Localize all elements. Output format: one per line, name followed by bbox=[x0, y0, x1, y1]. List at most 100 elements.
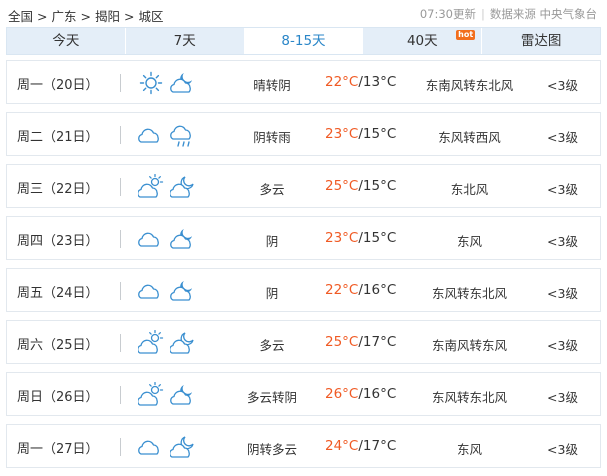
forecast-row: 周五（24日） 阴 22°C/16°C 东风转东北风 <3级 bbox=[6, 268, 601, 312]
update-separator: | bbox=[480, 7, 485, 21]
low-temp: 16°C bbox=[362, 282, 397, 298]
cloudy-night-moon-icon bbox=[170, 226, 196, 252]
tab-label: 7天 bbox=[173, 33, 196, 49]
divider bbox=[120, 230, 121, 248]
forecast-row: 周日（26日） 多云转阴 26°C/16°C 东风转东北风 <3级 bbox=[6, 372, 601, 416]
high-temp: 23°C bbox=[325, 126, 359, 142]
high-temp: 24°C bbox=[325, 438, 359, 454]
wind-level: <3级 bbox=[547, 338, 578, 353]
tab-label: 40天 bbox=[406, 33, 438, 49]
low-temp: 17°C bbox=[362, 334, 397, 350]
divider bbox=[120, 334, 121, 352]
low-temp: 15°C bbox=[362, 178, 397, 194]
day-label: 周五（24日） bbox=[17, 286, 99, 301]
breadcrumb-city[interactable]: 揭阳 bbox=[95, 9, 120, 24]
hot-badge: hot bbox=[456, 30, 476, 40]
partly-cloudy-day-icon bbox=[138, 174, 164, 200]
forecast-row: 周二（21日） 阴转雨 23°C/15°C 东风转西风 <3级 bbox=[6, 112, 601, 156]
tab-8-15-days[interactable]: 8-15天 bbox=[244, 28, 364, 54]
wind-level: <3级 bbox=[547, 442, 578, 457]
tab-today[interactable]: 今天 bbox=[7, 28, 126, 54]
weather-desc: 晴转阴 bbox=[253, 78, 291, 93]
temperature: 25°C/17°C bbox=[325, 334, 397, 350]
breadcrumb-separator: > bbox=[124, 9, 135, 24]
forecast-tabs: 今天 7天 8-15天 40天 hot 雷达图 bbox=[6, 27, 601, 55]
partly-cloudy-night-icon bbox=[170, 174, 196, 200]
breadcrumb-country[interactable]: 全国 bbox=[8, 9, 33, 24]
low-temp: 15°C bbox=[362, 230, 397, 246]
wind-direction: 东南风转东风 bbox=[431, 338, 507, 353]
high-temp: 26°C bbox=[325, 386, 359, 402]
update-info: 07:30更新 | 数据来源 中央气象台 bbox=[420, 6, 597, 22]
high-temp: 25°C bbox=[325, 334, 359, 350]
high-temp: 22°C bbox=[325, 74, 359, 90]
wind-direction: 东风 bbox=[456, 442, 482, 457]
weather-desc: 多云转阴 bbox=[246, 390, 297, 405]
overcast-cloud-icon bbox=[138, 278, 164, 304]
weather-desc: 阴转多云 bbox=[246, 442, 297, 457]
wind-direction: 东风转东北风 bbox=[431, 286, 507, 301]
overcast-cloud-icon bbox=[138, 434, 164, 460]
wind-level: <3级 bbox=[547, 286, 578, 301]
tab-label: 8-15天 bbox=[281, 33, 326, 49]
day-label: 周四（23日） bbox=[17, 234, 99, 249]
weather-desc: 阴 bbox=[265, 286, 279, 301]
forecast-row: 周六（25日） 多云 25°C/17°C 东南风转东风 <3级 bbox=[6, 320, 601, 364]
forecast-row: 周三（22日） 多云 25°C/15°C 东北风 <3级 bbox=[6, 164, 601, 208]
overcast-cloud-icon bbox=[138, 122, 164, 148]
temperature: 24°C/17°C bbox=[325, 438, 397, 454]
tab-7-days[interactable]: 7天 bbox=[125, 28, 245, 54]
cloudy-night-moon-icon bbox=[170, 278, 196, 304]
divider bbox=[120, 74, 121, 92]
tab-label: 今天 bbox=[52, 33, 80, 49]
temperature: 25°C/15°C bbox=[325, 178, 397, 194]
divider bbox=[120, 386, 121, 404]
data-source: 数据来源 中央气象台 bbox=[489, 7, 597, 21]
cloudy-night-moon-icon bbox=[170, 70, 196, 96]
day-label: 周三（22日） bbox=[17, 182, 99, 197]
day-label: 周一（20日） bbox=[17, 78, 99, 93]
breadcrumb: 全国 > 广东 > 揭阳 > 城区 bbox=[8, 6, 164, 25]
weather-desc: 阴 bbox=[265, 234, 279, 249]
divider bbox=[120, 438, 121, 456]
wind-direction: 东风 bbox=[456, 234, 482, 249]
high-temp: 25°C bbox=[325, 178, 359, 194]
day-label: 周六（25日） bbox=[17, 338, 99, 353]
breadcrumb-province[interactable]: 广东 bbox=[52, 9, 77, 24]
low-temp: 13°C bbox=[362, 74, 397, 90]
breadcrumb-separator: > bbox=[80, 9, 91, 24]
temperature: 22°C/13°C bbox=[325, 74, 397, 90]
temperature: 26°C/16°C bbox=[325, 386, 397, 402]
forecast-row: 周四（23日） 阴 23°C/15°C 东风 <3级 bbox=[6, 216, 601, 260]
wind-direction: 东风转东北风 bbox=[431, 390, 507, 405]
wind-level: <3级 bbox=[547, 130, 578, 145]
weather-desc: 多云 bbox=[259, 338, 285, 353]
divider bbox=[120, 126, 121, 144]
rain-cloud-icon bbox=[170, 122, 196, 148]
divider bbox=[120, 282, 121, 300]
breadcrumb-separator: > bbox=[37, 9, 48, 24]
day-label: 周日（26日） bbox=[17, 390, 99, 405]
partly-cloudy-day-icon bbox=[138, 330, 164, 356]
high-temp: 23°C bbox=[325, 230, 359, 246]
breadcrumb-district[interactable]: 城区 bbox=[139, 9, 164, 24]
weather-desc: 阴转雨 bbox=[253, 130, 291, 145]
tab-radar[interactable]: 雷达图 bbox=[482, 28, 600, 54]
partly-cloudy-night-icon bbox=[170, 330, 196, 356]
temperature: 23°C/15°C bbox=[325, 230, 397, 246]
tab-label: 雷达图 bbox=[520, 33, 562, 49]
weather-desc: 多云 bbox=[259, 182, 285, 197]
day-label: 周二（21日） bbox=[17, 130, 99, 145]
forecast-row: 周一（20日） 晴转阴 22°C/13°C 东南风转东北风 <3级 bbox=[6, 60, 601, 104]
tab-40-days[interactable]: 40天 hot bbox=[363, 28, 483, 54]
overcast-cloud-icon bbox=[138, 226, 164, 252]
partly-cloudy-night-icon bbox=[170, 434, 196, 460]
wind-level: <3级 bbox=[547, 390, 578, 405]
forecast-row: 周一（27日） 阴转多云 24°C/17°C 东风 <3级 bbox=[6, 424, 601, 468]
forecast-list: 周一（20日） 晴转阴 22°C/13°C 东南风转东北风 <3级 周二（21日） 阴转雨 2… bbox=[6, 60, 601, 476]
update-time: 07:30更新 bbox=[419, 7, 476, 21]
low-temp: 17°C bbox=[362, 438, 397, 454]
wind-level: <3级 bbox=[547, 234, 578, 249]
wind-direction: 东北风 bbox=[450, 182, 489, 197]
wind-level: <3级 bbox=[547, 78, 578, 93]
